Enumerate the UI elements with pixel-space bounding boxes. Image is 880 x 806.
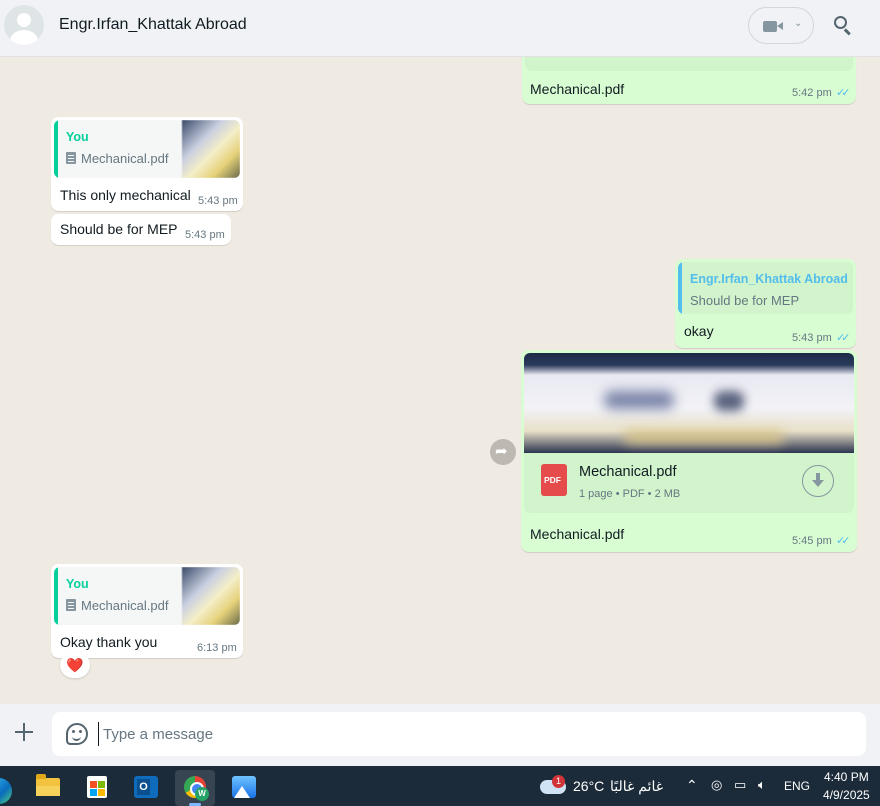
message-text: okay xyxy=(684,323,714,339)
volume-icon[interactable]: 🔈︎ xyxy=(758,777,766,793)
taskbar-chrome-whatsapp[interactable]: W xyxy=(175,770,215,806)
message-incoming-thanks[interactable]: You Mechanical.pdf Okay thank you 6:13 p… xyxy=(51,564,243,658)
download-button[interactable] xyxy=(802,465,834,497)
quote-author: You xyxy=(66,577,89,591)
video-call-icon xyxy=(763,21,777,32)
chat-header: Engr.Irfan_Khattak Abroad ⌄ xyxy=(0,0,880,57)
quote-author: You xyxy=(66,130,89,144)
weather-description[interactable]: غائم غالبًا xyxy=(610,778,663,795)
forward-button[interactable]: ➦ xyxy=(490,439,516,465)
search-button[interactable] xyxy=(832,14,854,36)
language-indicator[interactable]: ENG xyxy=(784,779,810,793)
doc-card-partial xyxy=(525,57,853,71)
quote-doc-name: Mechanical.pdf xyxy=(81,598,169,613)
contact-avatar[interactable] xyxy=(4,5,44,45)
clock-date[interactable]: 4/9/2025 xyxy=(823,788,870,802)
document-name: Mechanical.pdf xyxy=(579,464,677,480)
read-ticks-icon: ✓✓ xyxy=(836,332,851,344)
message-text: Okay thank you xyxy=(60,634,158,650)
quote-thumbnail xyxy=(182,567,240,625)
message-time: 5:45 pm xyxy=(792,535,832,547)
message-input-container[interactable] xyxy=(52,712,866,756)
quote-thumbnail xyxy=(182,120,240,178)
document-preview[interactable] xyxy=(524,353,854,453)
chat-area[interactable]: Mechanical.pdf 5:42 pm ✓✓ You Mechanical… xyxy=(0,57,880,704)
avatar-icon xyxy=(17,13,31,27)
chevron-down-icon: ⌄ xyxy=(794,18,803,29)
windows-taskbar: O W 1 26°C غائم غالبًا ⌃ ◎ ▭ 🔈︎ ENG 4:40… xyxy=(0,766,880,806)
message-time: 5:42 pm xyxy=(792,87,832,99)
folder-icon xyxy=(36,774,60,796)
network-icon[interactable]: ▭ xyxy=(734,777,746,793)
video-call-button[interactable]: ⌄ xyxy=(748,7,814,44)
document-caption: Mechanical.pdf xyxy=(530,526,625,542)
message-time: 6:13 pm xyxy=(197,642,237,654)
whatsapp-badge-icon: W xyxy=(195,787,209,801)
store-icon xyxy=(87,776,107,798)
quote-doc-name: Mechanical.pdf xyxy=(81,151,169,166)
quoted-message[interactable]: Engr.Irfan_Khattak Abroad Should be for … xyxy=(678,262,853,314)
meet-icon[interactable]: ◎ xyxy=(711,777,722,793)
message-input[interactable] xyxy=(98,722,838,746)
weather-badge: 1 xyxy=(552,775,565,788)
message-outgoing-mechanical-pdf[interactable]: Mechanical.pdf 5:42 pm ✓✓ xyxy=(522,57,856,104)
message-incoming-mep[interactable]: Should be for MEP 5:43 pm xyxy=(51,214,231,245)
heart-reaction[interactable]: ❤️ xyxy=(60,652,90,678)
message-text: Should be for MEP xyxy=(60,221,178,237)
quoted-message[interactable]: You Mechanical.pdf xyxy=(54,567,240,625)
quoted-message[interactable]: You Mechanical.pdf xyxy=(54,120,240,178)
message-time: 5:43 pm xyxy=(792,332,832,344)
document-card[interactable]: PDF Mechanical.pdf 1 page • PDF • 2 MB xyxy=(524,453,854,513)
read-ticks-icon: ✓✓ xyxy=(836,87,851,99)
search-icon xyxy=(834,16,847,29)
message-outgoing-document[interactable]: PDF Mechanical.pdf 1 page • PDF • 2 MB M… xyxy=(521,350,857,552)
chevron-up-icon[interactable]: ⌃ xyxy=(686,777,698,794)
message-time: 5:43 pm xyxy=(185,229,225,241)
photos-icon xyxy=(232,776,256,798)
taskbar-file-explorer[interactable] xyxy=(28,770,68,806)
plus-icon[interactable] xyxy=(12,720,36,744)
edge-icon xyxy=(0,778,12,804)
message-incoming-reply[interactable]: You Mechanical.pdf This only mechanical … xyxy=(51,117,243,211)
message-text: Mechanical.pdf xyxy=(530,81,625,97)
pdf-icon: PDF xyxy=(541,464,567,496)
document-icon xyxy=(66,599,76,611)
outlook-icon: O xyxy=(134,776,158,798)
message-time: 5:43 pm xyxy=(198,195,238,207)
clock-time[interactable]: 4:40 PM xyxy=(824,770,869,784)
message-outgoing-okay[interactable]: Engr.Irfan_Khattak Abroad Should be for … xyxy=(675,259,856,348)
taskbar-store[interactable] xyxy=(77,770,117,806)
taskbar-outlook[interactable]: O xyxy=(126,770,166,806)
taskbar-photos[interactable] xyxy=(224,770,264,806)
forward-icon: ➦ xyxy=(495,443,508,460)
document-meta: 1 page • PDF • 2 MB xyxy=(579,488,681,500)
quote-author: Engr.Irfan_Khattak Abroad xyxy=(690,272,848,286)
read-ticks-icon: ✓✓ xyxy=(836,535,851,547)
quote-text: Should be for MEP xyxy=(690,293,800,308)
message-composer xyxy=(0,704,880,766)
message-text: This only mechanical xyxy=(60,187,191,203)
sticker-icon[interactable] xyxy=(66,723,88,745)
document-icon xyxy=(66,152,76,164)
weather-temperature[interactable]: 26°C xyxy=(573,778,604,794)
contact-name[interactable]: Engr.Irfan_Khattak Abroad xyxy=(59,16,247,34)
